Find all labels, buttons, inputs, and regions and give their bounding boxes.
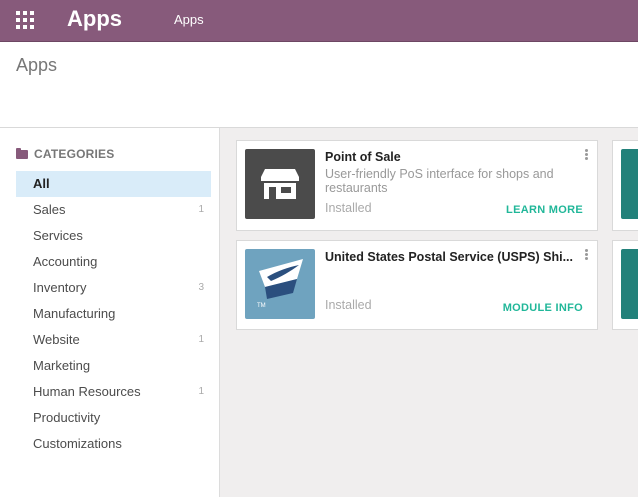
kebab-menu-icon[interactable] [585,249,589,261]
category-list: All Sales 1 Services Accounting Inventor… [16,171,211,457]
control-panel: Apps [0,42,638,128]
category-label: Customizations [33,436,122,451]
shop-icon [245,149,315,219]
usps-eagle-graphic: TM [257,259,303,309]
category-label: Services [33,228,83,243]
app-icon-partial [621,149,638,219]
nav-menu-apps[interactable]: Apps [174,12,204,27]
categories-header-label: CATEGORIES [34,147,115,161]
category-label: Productivity [33,410,101,425]
top-navbar: Apps Apps [0,0,638,42]
category-count: 1 [198,204,204,215]
category-label: Manufacturing [33,306,116,321]
app-icon-partial [621,249,638,319]
module-info-button[interactable]: MODULE INFO [503,302,583,314]
app-title: United States Postal Service (USPS) Shi.… [325,250,573,264]
category-item-customizations[interactable]: Customizations [16,431,211,457]
kebab-menu-icon[interactable] [585,149,589,161]
category-item-productivity[interactable]: Productivity [16,405,211,431]
breadcrumb: Apps [16,55,58,75]
app-switcher-icon[interactable] [16,11,34,29]
category-item-accounting[interactable]: Accounting [16,249,211,275]
category-count: 3 [198,282,204,293]
categories-header: CATEGORIES [16,147,114,161]
app-brand-title: Apps [67,6,122,31]
category-label: Accounting [33,254,98,269]
app-card-usps[interactable]: TM United States Postal Service (USPS) S… [236,240,598,330]
app-card-partial[interactable] [612,240,638,330]
folder-icon [16,147,28,159]
category-item-manufacturing[interactable]: Manufacturing [16,301,211,327]
app-status: Installed [325,298,372,312]
category-count: 1 [198,386,204,397]
svg-text:TM: TM [257,303,266,309]
category-item-services[interactable]: Services [16,223,211,249]
category-item-human-resources[interactable]: Human Resources 1 [16,379,211,405]
category-label: Marketing [33,358,91,373]
category-label: Website [33,332,80,347]
learn-more-button[interactable]: LEARN MORE [506,204,583,216]
categories-sidebar: CATEGORIES All Sales 1 Services Accounti… [0,128,220,497]
shop-icon-graphic [261,169,299,199]
category-count: 1 [198,334,204,345]
category-label: Inventory [33,280,87,295]
app-title: Point of Sale [325,150,401,164]
category-item-sales[interactable]: Sales 1 [16,197,211,223]
category-item-all[interactable]: All [16,171,211,197]
category-label: All [33,176,50,191]
category-label: Sales [33,202,66,217]
app-card-point-of-sale[interactable]: Point of Sale User-friendly PoS interfac… [236,140,598,231]
category-label: Human Resources [33,384,141,399]
app-status: Installed [325,201,372,215]
app-card-partial[interactable] [612,140,638,231]
app-description: User-friendly PoS interface for shops an… [325,167,554,195]
category-item-marketing[interactable]: Marketing [16,353,211,379]
usps-eagle-icon: TM [245,249,315,319]
apps-kanban: Point of Sale User-friendly PoS interfac… [220,128,638,497]
category-item-inventory[interactable]: Inventory 3 [16,275,211,301]
category-item-website[interactable]: Website 1 [16,327,211,353]
